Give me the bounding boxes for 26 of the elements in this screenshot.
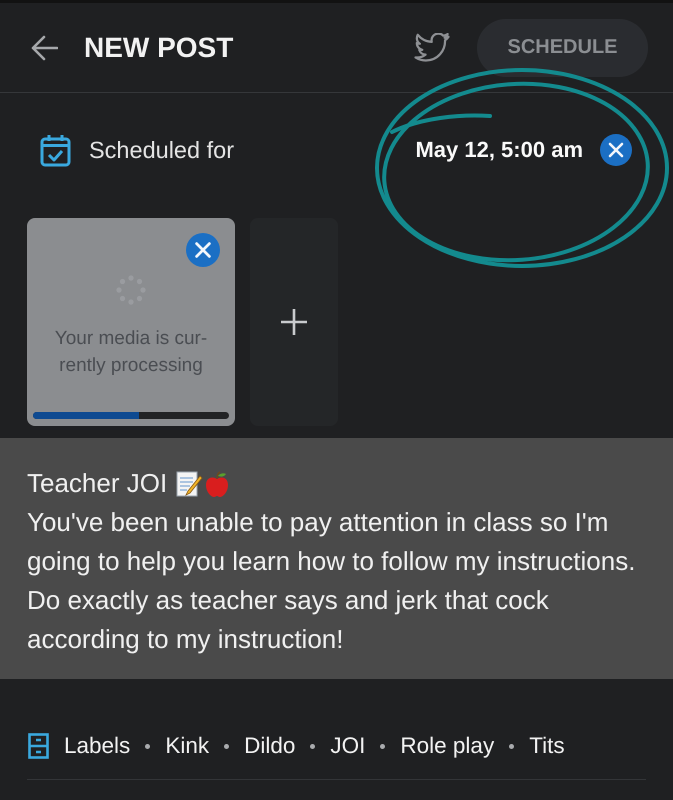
bullet-icon [380, 744, 386, 748]
calendar-check-icon [40, 134, 71, 166]
label-item[interactable]: Role play [400, 733, 494, 759]
bullet-icon [310, 744, 316, 748]
scheduled-date[interactable]: May 12, 5:00 am [415, 137, 583, 163]
label-item[interactable]: JOI [330, 733, 366, 759]
drawer-icon [28, 733, 49, 759]
bullet-icon [224, 744, 230, 748]
memo-pencil-icon [175, 470, 204, 498]
label-item[interactable]: Kink [165, 733, 210, 759]
back-arrow-icon[interactable] [30, 34, 58, 60]
scheduled-label: Scheduled for [89, 136, 234, 164]
page-title: NEW POST [84, 32, 234, 64]
bird-icon[interactable] [414, 32, 450, 62]
label-item[interactable]: Tits [529, 733, 565, 759]
bullet-icon [509, 744, 514, 748]
post-text-area[interactable]: Teacher JOI You've been unable to pay attention in class so I'm going to help you learn how to follow my instructions. Do exactly as teacher says and jerk that cock according to my instruction! [0, 438, 673, 679]
bullet-icon [145, 744, 150, 748]
post-body: You've been unable to pay attention in class so I'm going to help you learn how to follow my instructions. Do exactly as teacher says and jerk that cock according to my instruction! [27, 506, 636, 656]
label-item[interactable]: Dildo [244, 733, 296, 759]
schedule-button[interactable]: SCHEDULE [477, 18, 648, 76]
processing-message: Your media is cur- rently processing [54, 327, 208, 378]
post-title: Teacher JOI [27, 467, 168, 500]
labels-heading[interactable]: Labels [64, 733, 130, 759]
close-icon[interactable] [600, 134, 632, 166]
plus-icon [280, 308, 308, 336]
